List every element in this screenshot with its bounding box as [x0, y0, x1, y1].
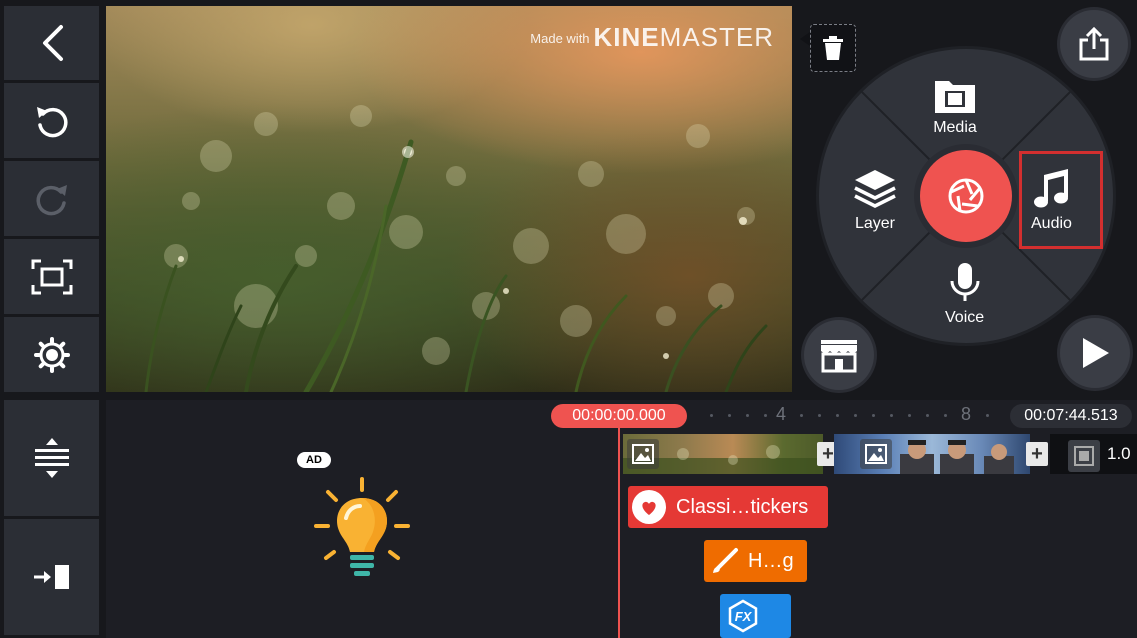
back-arrow-icon [42, 25, 63, 61]
ad-badge: AD [297, 452, 331, 468]
fit-screen-button[interactable] [4, 239, 99, 314]
video-clip[interactable] [834, 434, 1030, 474]
jump-to-end-button[interactable] [4, 519, 99, 635]
ruler-tick [710, 414, 713, 417]
share-icon [1079, 26, 1109, 61]
aspect-fit-icon [31, 259, 72, 294]
ruler-label: 8 [961, 404, 972, 424]
lightbulb-icon[interactable] [312, 476, 412, 586]
sticker-icon [632, 490, 666, 524]
redo-button[interactable] [4, 161, 99, 236]
handwriting-layer[interactable]: H…g [704, 540, 807, 582]
effect-layer[interactable]: FX [720, 594, 791, 638]
film-icon [1074, 446, 1094, 466]
ruler-tick [836, 414, 839, 417]
svg-text:FX: FX [735, 609, 753, 624]
trash-icon [823, 36, 843, 60]
media-button[interactable]: Media [933, 77, 977, 137]
gear-icon [33, 336, 70, 373]
ruler-tick [746, 414, 749, 417]
layers-icon [854, 170, 896, 208]
share-button[interactable] [1060, 10, 1128, 78]
sticker-layer[interactable]: Classi…tickers [628, 486, 828, 528]
back-button[interactable] [4, 6, 99, 80]
jump-end-icon [33, 565, 69, 589]
play-icon [1083, 338, 1109, 368]
kinemaster-watermark: Made with KINEMASTER [530, 22, 774, 53]
timeline-height-button[interactable] [4, 400, 99, 516]
redo-icon [35, 184, 67, 215]
fx-icon: FX [728, 599, 758, 633]
ruler-tick [872, 414, 875, 417]
folder-film-icon [935, 81, 975, 113]
store-icon [821, 340, 857, 373]
handwriting-layer-label: H…g [748, 549, 794, 572]
ruler-tick [926, 414, 929, 417]
layer-button[interactable]: Layer [853, 167, 897, 233]
microphone-icon [950, 263, 980, 301]
brush-icon [713, 548, 738, 573]
sticker-layer-label: Classi…tickers [676, 495, 809, 518]
end-value: 1.0 [1107, 444, 1131, 463]
video-preview[interactable]: Made with KINEMASTER [106, 6, 792, 392]
watermark-brand-light: MASTER [659, 22, 774, 52]
video-clip[interactable] [623, 434, 823, 474]
asset-store-button[interactable] [804, 320, 874, 390]
total-duration: 00:07:44.513 [1010, 404, 1132, 428]
ruler-tick [986, 414, 989, 417]
end-clip-button[interactable] [1068, 440, 1100, 472]
record-button[interactable] [920, 150, 1012, 242]
ruler-tick [908, 414, 911, 417]
ruler-tick [728, 414, 731, 417]
camera-shutter-icon [948, 178, 984, 214]
trash-pointer [800, 32, 810, 46]
image-clip-icon [627, 439, 659, 469]
playhead[interactable] [618, 420, 620, 638]
settings-button[interactable] [4, 317, 99, 392]
play-button[interactable] [1060, 318, 1130, 388]
audio-highlight-box [1019, 151, 1103, 249]
image-clip-icon [860, 439, 892, 469]
ruler-tick [890, 414, 893, 417]
undo-icon [36, 106, 68, 137]
layer-label: Layer [854, 215, 896, 232]
ruler-tick [764, 414, 767, 417]
media-wheel: Media Layer Audio Voice [816, 46, 1116, 346]
ruler-label: 4 [776, 404, 787, 424]
voice-label: Voice [945, 309, 985, 326]
ruler-tick [800, 414, 803, 417]
watermark-prefix: Made with [530, 31, 590, 46]
expand-vertical-icon [34, 438, 69, 478]
ruler-tick [854, 414, 857, 417]
media-label: Media [933, 119, 977, 136]
undo-button[interactable] [4, 83, 99, 158]
add-transition-button[interactable]: + [1026, 442, 1048, 466]
delete-button[interactable] [810, 24, 856, 72]
watermark-brand-bold: KINE [593, 22, 660, 52]
ruler-tick [944, 414, 947, 417]
grass-scene [144, 105, 768, 392]
ruler-tick [818, 414, 821, 417]
voice-button[interactable]: Voice [945, 261, 984, 327]
